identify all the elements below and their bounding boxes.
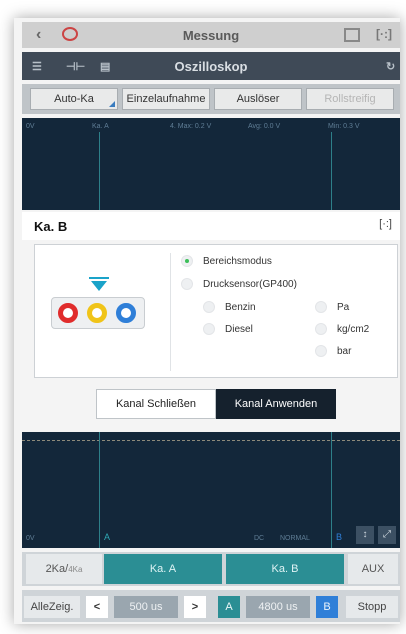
channel-count-button[interactable]: 2Ka/4Ka <box>26 554 102 584</box>
diesel-label: Diesel <box>225 324 253 335</box>
benzin-radio[interactable] <box>203 301 215 313</box>
yellow-jack-icon <box>87 303 107 323</box>
range-mode-radio[interactable] <box>181 255 193 267</box>
pressure-sensor-radio[interactable] <box>181 278 193 290</box>
cursor-a-line-bottom[interactable] <box>99 432 100 548</box>
apply-channel-button[interactable]: Kanal Anwenden <box>216 389 336 419</box>
channel-bar: 2Ka/4Ka Ka. A Ka. B AUX <box>22 552 400 586</box>
pressure-sensor-label: Drucksensor(GP400) <box>203 279 297 290</box>
benzin-label: Benzin <box>225 302 256 313</box>
channel-count-label: 2Ka/ <box>45 563 69 575</box>
channel-a-label: Ka. A <box>92 123 109 130</box>
trigger-button[interactable]: Auslöser <box>214 88 302 110</box>
stop-button[interactable]: Stopp <box>346 596 398 618</box>
channel-name: Ka. B <box>34 219 68 234</box>
trigger-level-line[interactable] <box>22 440 400 441</box>
coupling-label: DC <box>254 535 265 542</box>
control-bar: AlleZeig. < 500 us > A 4800 us B Stopp <box>22 590 400 622</box>
connector-icon <box>51 297 145 329</box>
title-bar: ‹ Messung [·:] <box>22 22 400 48</box>
channel-count-sub: 4Ka <box>68 565 83 574</box>
toolbar: Auto-Ka Einzelaufnahme Auslöser Rollstre… <box>22 84 400 114</box>
red-jack-icon <box>58 303 78 323</box>
cursor-b-line-bottom[interactable] <box>331 432 332 548</box>
vertical-adjust-icon[interactable]: ↕ <box>356 526 374 544</box>
expand-icon[interactable]: [·:] <box>379 218 392 230</box>
show-all-button[interactable]: AlleZeig. <box>24 596 80 618</box>
device-frame: ‹ Messung [·:] ☰ ⊣⊢ ▤ Oszilloskop ↻ Auto… <box>0 0 406 634</box>
probe-arrow-bar <box>89 277 109 279</box>
obd-icon[interactable] <box>344 28 360 42</box>
bar-label: bar <box>337 346 352 357</box>
single-capture-button[interactable]: Einzelaufnahme <box>122 88 210 110</box>
timebase-field[interactable]: 500 us <box>114 596 178 618</box>
kgcm2-radio[interactable] <box>315 323 327 335</box>
channel-settings-panel: Bereichsmodus Drucksensor(GP400) Benzin … <box>34 244 398 378</box>
cursor-a-line[interactable] <box>99 132 100 210</box>
cursor-a-button[interactable]: A <box>218 596 240 618</box>
pa-label: Pa <box>337 302 350 313</box>
max-readout: 4. Max: 0.2 V <box>170 123 212 130</box>
cursor-position-field[interactable]: 4800 us <box>246 596 310 618</box>
bar-radio[interactable] <box>315 345 327 357</box>
scope-view-bottom[interactable]: 0V A DC NORMAL B ↕ ⤢ <box>22 432 400 548</box>
trigger-mode-label: NORMAL <box>280 535 310 542</box>
range-mode-label: Bereichsmodus <box>203 256 272 267</box>
zoom-fit-icon[interactable]: ⤢ <box>378 526 396 544</box>
channel-a-button[interactable]: Ka. A <box>104 554 222 584</box>
close-channel-button[interactable]: Kanal Schließen <box>96 389 216 419</box>
oscilloscope-title: Oszilloskop <box>174 59 248 74</box>
diesel-radio[interactable] <box>203 323 215 335</box>
panel-divider <box>170 253 171 371</box>
oscilloscope-bar: ☰ ⊣⊢ ▤ Oszilloskop ↻ <box>22 52 400 80</box>
auto-channel-button[interactable]: Auto-Ka <box>30 88 118 110</box>
roll-mode-button[interactable]: Rollstreifig <box>306 88 394 110</box>
channel-header: Ka. B [·:] <box>22 212 400 240</box>
time-prev-button[interactable]: < <box>86 596 108 618</box>
blue-jack-icon <box>116 303 136 323</box>
time-next-button[interactable]: > <box>184 596 206 618</box>
cursor-b-button[interactable]: B <box>316 596 338 618</box>
probe-arrow-icon <box>91 281 107 291</box>
fullscreen-icon[interactable]: [·:] <box>376 27 392 41</box>
min-readout: Min: 0.3 V <box>328 123 360 130</box>
zero-label: 0V <box>26 123 35 130</box>
pa-radio[interactable] <box>315 301 327 313</box>
aux-button[interactable]: AUX <box>348 554 398 584</box>
zero-label-bottom: 0V <box>26 535 35 542</box>
auto-channel-label: Auto-Ka <box>54 93 94 105</box>
dropdown-corner-icon <box>109 101 115 107</box>
channel-b-button[interactable]: Ka. B <box>226 554 344 584</box>
cursor-b-line[interactable] <box>331 132 332 210</box>
scope-view-top[interactable]: 0V Ka. A 4. Max: 0.2 V Avg: 0.0 V Min: 0… <box>22 118 400 210</box>
avg-readout: Avg: 0.0 V <box>248 123 281 130</box>
refresh-icon[interactable]: ↻ <box>386 60 395 73</box>
cursor-a-label: A <box>104 532 111 542</box>
cursor-b-label: B <box>336 532 343 542</box>
kgcm2-label: kg/cm2 <box>337 324 370 335</box>
